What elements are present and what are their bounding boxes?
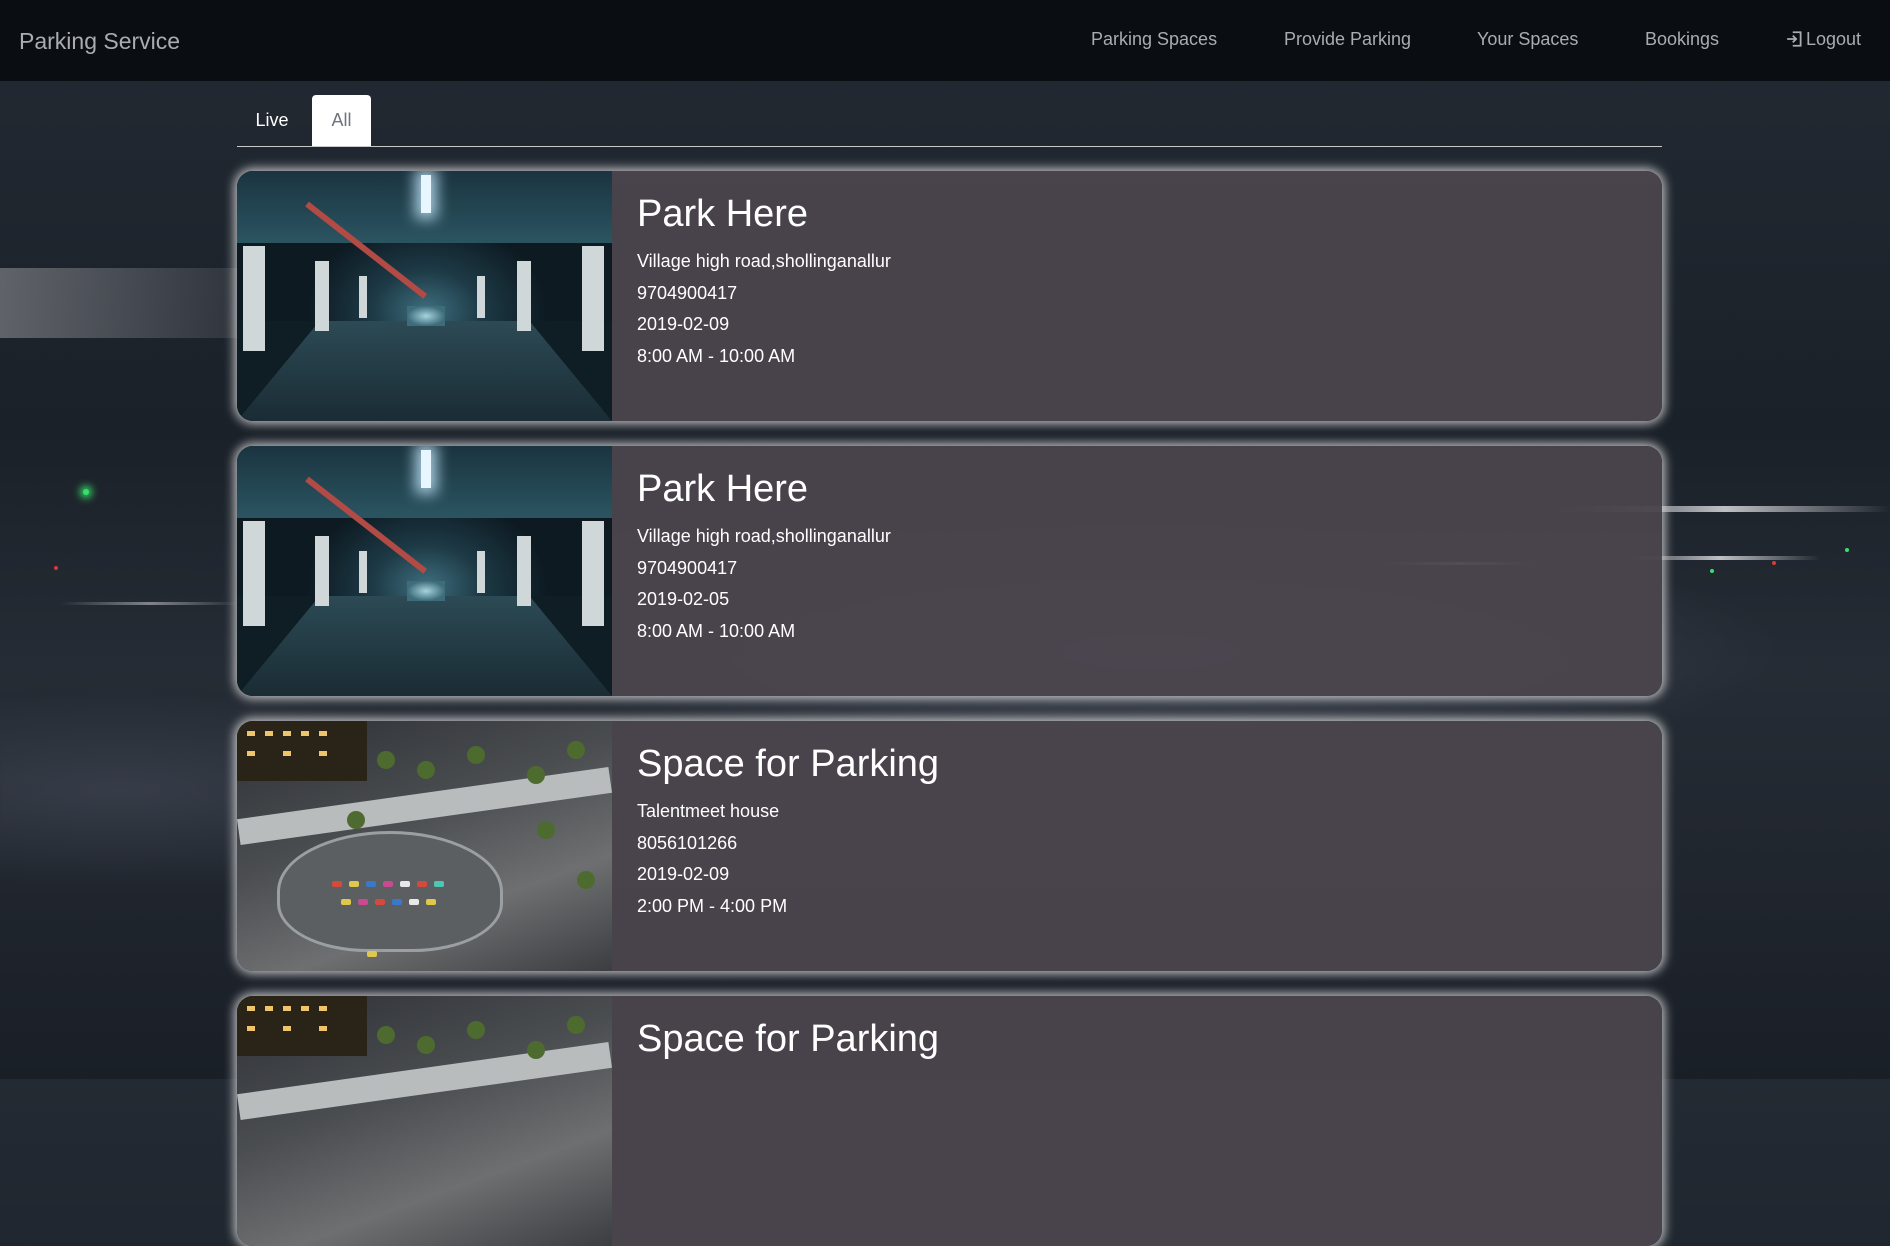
parking-lot-image bbox=[237, 721, 612, 971]
listing-date: 2019-02-09 bbox=[637, 314, 730, 334]
nav-parking-spaces[interactable]: Parking Spaces bbox=[1091, 29, 1217, 50]
listing-info: Park Here Village high road,shollinganal… bbox=[637, 468, 891, 647]
tab-live[interactable]: Live bbox=[237, 95, 307, 146]
listing-address: Village high road,shollinganallur bbox=[637, 251, 891, 271]
listing-card[interactable]: Space for Parking Talentmeet house 80561… bbox=[237, 721, 1662, 971]
garage-image bbox=[237, 446, 612, 696]
listing-time: 8:00 AM - 10:00 AM bbox=[637, 345, 796, 366]
nav-logout[interactable]: Logout bbox=[1786, 29, 1861, 50]
parking-lot-image bbox=[237, 996, 612, 1246]
listing-info: Space for Parking bbox=[637, 1018, 939, 1197]
listing-tabs: Live All bbox=[237, 95, 1662, 147]
logout-icon bbox=[1787, 31, 1802, 47]
listing-address bbox=[637, 1071, 939, 1103]
listing-card[interactable]: Park Here Village high road,shollinganal… bbox=[237, 446, 1662, 696]
listing-address: Village high road,shollinganallur bbox=[637, 526, 891, 546]
listing-info: Park Here Village high road,shollinganal… bbox=[637, 193, 891, 372]
listing-time: 8:00 AM - 10:00 AM bbox=[637, 620, 796, 641]
tab-all[interactable]: All bbox=[312, 95, 371, 146]
navbar: Parking Service Parking Spaces Provide P… bbox=[0, 0, 1890, 81]
listing-phone: 9704900417 bbox=[637, 557, 738, 578]
nav-bookings[interactable]: Bookings bbox=[1645, 29, 1719, 50]
garage-image bbox=[237, 171, 612, 421]
nav-your-spaces[interactable]: Your Spaces bbox=[1477, 29, 1578, 50]
listing-phone bbox=[637, 1103, 939, 1135]
listing-card[interactable]: Park Here Village high road,shollinganal… bbox=[237, 171, 1662, 421]
listing-title: Space for Parking bbox=[637, 1018, 940, 1060]
listing-phone: 9704900417 bbox=[637, 282, 738, 303]
listing-info: Space for Parking Talentmeet house 80561… bbox=[637, 743, 939, 922]
brand-link[interactable]: Parking Service bbox=[19, 28, 180, 55]
listing-phone: 8056101266 bbox=[637, 832, 738, 853]
listing-date bbox=[637, 1134, 939, 1166]
listing-time bbox=[637, 1166, 939, 1198]
listing-time: 2:00 PM - 4:00 PM bbox=[637, 895, 788, 916]
nav-provide-parking[interactable]: Provide Parking bbox=[1284, 29, 1411, 50]
listing-address: Talentmeet house bbox=[637, 801, 780, 821]
listing-title: Park Here bbox=[637, 468, 809, 510]
listing-card[interactable]: Space for Parking bbox=[237, 996, 1662, 1246]
logout-label: Logout bbox=[1806, 29, 1862, 49]
listing-date: 2019-02-05 bbox=[637, 589, 730, 609]
listing-date: 2019-02-09 bbox=[637, 864, 730, 884]
listing-title: Park Here bbox=[637, 193, 809, 235]
listing-title: Space for Parking bbox=[637, 743, 940, 785]
